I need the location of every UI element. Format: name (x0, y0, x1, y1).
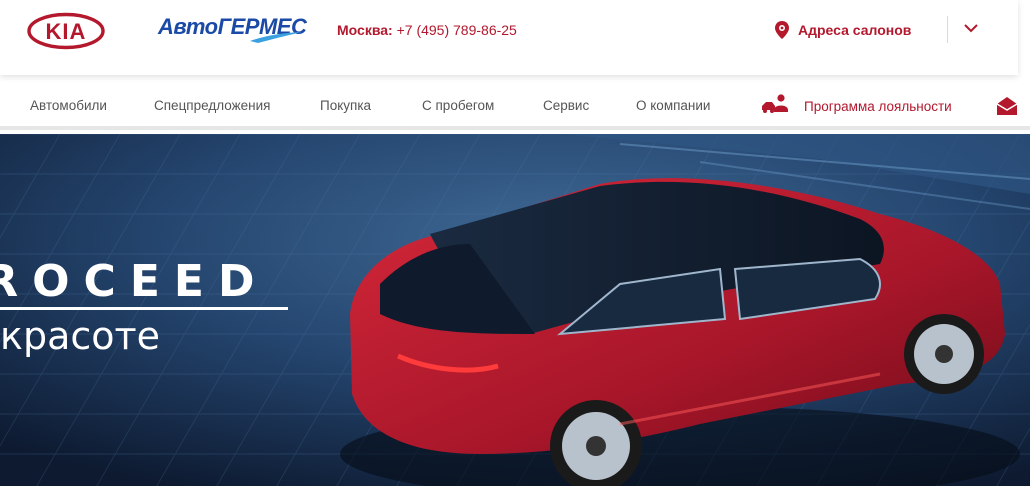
svg-text:KIA: KIA (46, 19, 87, 44)
salons-label: Адреса салонов (798, 22, 912, 38)
header-divider (947, 16, 948, 43)
hero-banner[interactable]: PROCEED красоте (0, 134, 1030, 486)
loyalty-people-icon (762, 94, 788, 113)
nav-item-service[interactable]: Сервис (543, 98, 589, 113)
main-nav: Автомобили Спецпредложения Покупка С про… (0, 75, 1030, 130)
map-pin-icon (775, 21, 789, 39)
hero-title: PROCEED (0, 256, 269, 307)
phone-number[interactable]: +7 (495) 789-86-25 (397, 22, 517, 38)
hero-subtitle: красоте (0, 314, 161, 358)
nav-item-purchase[interactable]: Покупка (320, 98, 371, 113)
hero-car-image (0, 134, 1030, 486)
chevron-down-icon[interactable] (964, 23, 978, 33)
nav-item-about[interactable]: О компании (636, 98, 710, 113)
dealer-logo[interactable]: АвтоГЕРМЕС (158, 14, 307, 44)
nav-item-loyalty[interactable]: Программа лояльности (760, 94, 952, 114)
nav-item-used[interactable]: С пробегом (422, 98, 494, 113)
phone-city: Москва: (337, 22, 393, 38)
page: KIA АвтоГЕРМЕС Москва: +7 (495) 789-86-2… (0, 0, 1030, 486)
swoosh-icon (250, 32, 302, 43)
salons-addresses-link[interactable]: Адреса салонов (775, 21, 911, 39)
kia-logo[interactable]: KIA (26, 12, 106, 50)
loyalty-label: Программа лояльности (804, 98, 952, 114)
nav-item-special-offers[interactable]: Спецпредложения (154, 98, 270, 113)
top-header: KIA АвтоГЕРМЕС Москва: +7 (495) 789-86-2… (0, 0, 1018, 75)
hero-underline (0, 307, 288, 310)
mail-icon[interactable] (996, 97, 1018, 115)
nav-item-cars[interactable]: Автомобили (30, 98, 107, 113)
phone-contact[interactable]: Москва: +7 (495) 789-86-25 (337, 22, 517, 38)
